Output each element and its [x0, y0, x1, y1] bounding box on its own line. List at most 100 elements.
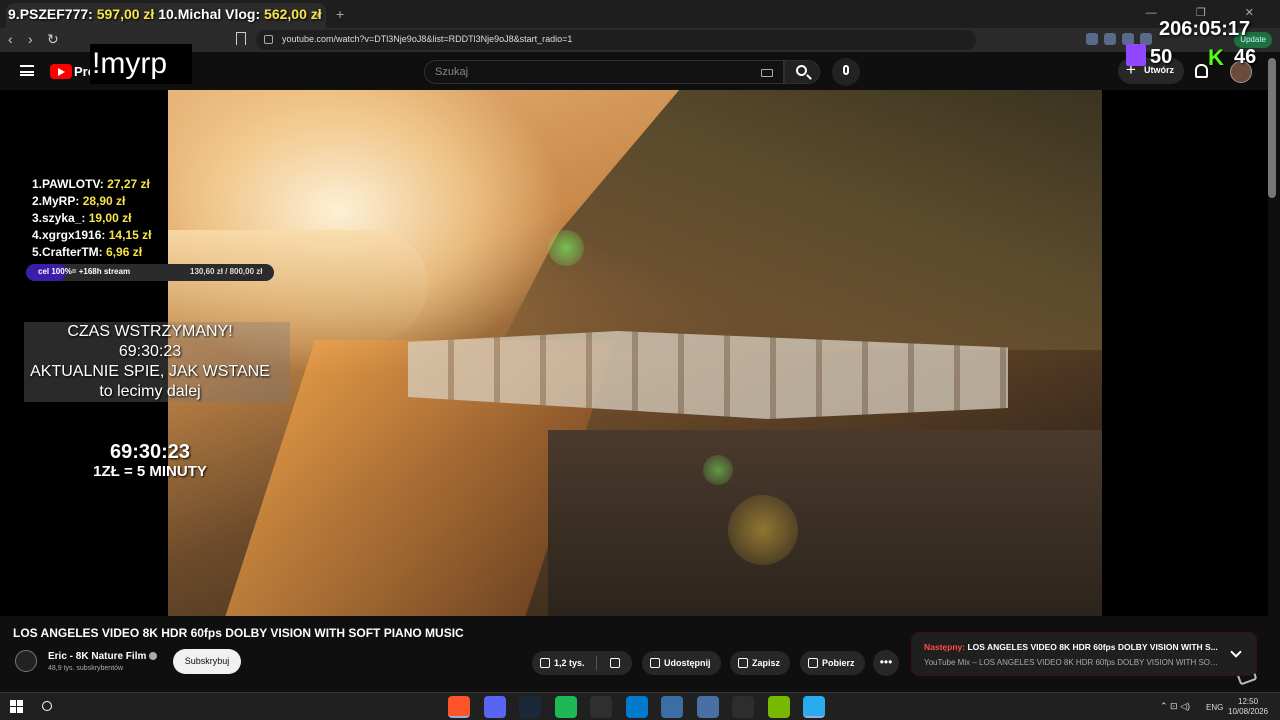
overlay-top-donors: 9.PSZEF777: 597,00 zł 10.Michal Vlog: 56… — [8, 6, 322, 22]
reload-icon[interactable]: ↻ — [47, 31, 59, 48]
page-scrollbar[interactable] — [1268, 58, 1276, 198]
like-dislike-group: 1,2 tys. — [532, 651, 632, 675]
paused-line: CZAS WSTRZYMANY! — [67, 323, 233, 340]
leaderboard-row: 4.xgrgx1916: 14,15 zł — [32, 227, 151, 244]
share-icon — [650, 657, 660, 668]
paused-line: to lecimy dalej — [99, 383, 201, 400]
taskbar-app-spotify-icon[interactable] — [554, 696, 577, 718]
bookmark-icon[interactable] — [236, 32, 246, 45]
windows-taskbar: ⌃ ⊡ ◁) ENG 12:50 10/08/2026 — [0, 692, 1280, 720]
leaderboard-row: 3.szyka_: 19,00 zł — [32, 210, 151, 227]
taskbar-search-icon[interactable] — [42, 701, 52, 711]
next-video-subtitle: YouTube Mix – LOS ANGELES VIDEO 8K HDR 6… — [924, 658, 1220, 667]
leaderboard-row: 5.CrafterTM: 6,96 zł — [32, 244, 151, 261]
leaderboard-name: 4.xgrgx1916: — [32, 228, 106, 242]
taskbar-app-vscode-icon[interactable] — [625, 696, 648, 718]
taskbar-app-steam-icon[interactable] — [519, 696, 541, 718]
video-title: LOS ANGELES VIDEO 8K HDR 60fps DOLBY VIS… — [13, 626, 464, 640]
taskbar-app-terminal-icon[interactable] — [732, 696, 754, 718]
clock-date: 10/08/2026 — [1228, 707, 1269, 716]
video-scene-hill — [498, 90, 1102, 350]
site-info-icon[interactable] — [264, 35, 273, 44]
leaderboard-name: 3.szyka_: — [32, 211, 86, 225]
extension-icon[interactable] — [1104, 33, 1116, 45]
forward-icon[interactable]: › — [28, 31, 33, 47]
clock-time: 12:50 — [1238, 697, 1259, 706]
lens-flare — [548, 230, 584, 266]
mic-icon — [843, 65, 849, 75]
taskbar-app-telegram-icon[interactable] — [803, 696, 825, 718]
taskbar-app-obs-icon[interactable] — [590, 696, 612, 718]
system-tray-icons[interactable]: ⌃ ⊡ ◁) — [1160, 701, 1190, 712]
dislike-icon[interactable] — [610, 658, 620, 668]
chevron-down-icon[interactable] — [1230, 646, 1242, 658]
leaderboard-row: 1.PAWLOTV: 27,27 zł — [32, 176, 151, 193]
leaderboard-name: 1.PAWLOTV: — [32, 177, 104, 191]
leaderboard-name: 5.CrafterTM: — [32, 245, 103, 259]
search-placeholder: Szukaj — [435, 66, 469, 78]
video-frame[interactable] — [168, 90, 1102, 616]
taskbar-app-app-7-icon[interactable] — [661, 696, 683, 718]
paused-line: AKTUALNIE SPIE, JAK WSTANE — [30, 363, 270, 380]
save-button[interactable]: Zapisz — [730, 651, 791, 675]
divider — [596, 656, 597, 670]
address-bar[interactable]: youtube.com/watch?v=DTl3Nje9oJ8&list=RDD… — [256, 30, 976, 50]
like-icon[interactable] — [540, 657, 550, 668]
overlay-rate: 1ZŁ = 5 MINUTY — [93, 463, 207, 480]
taskbar-clock[interactable]: 12:50 10/08/2026 — [1228, 697, 1268, 717]
save-icon — [738, 657, 748, 668]
download-label: Pobierz — [822, 658, 855, 668]
leaderboard-amount: 14,15 zł — [108, 228, 152, 242]
leaderboard-amount: 28,90 zł — [82, 194, 126, 208]
lens-flare — [728, 495, 798, 565]
channel-name[interactable]: Eric - 8K Nature Film — [48, 651, 158, 662]
download-button[interactable]: Pobierz — [800, 651, 865, 675]
taskbar-app-discord-icon[interactable] — [483, 696, 506, 718]
donor-rank: 10. — [158, 6, 178, 22]
menu-icon[interactable] — [20, 65, 34, 76]
kick-icon: K — [1208, 45, 1224, 70]
overlay-command-label: !myrp — [90, 44, 192, 84]
subscribe-button[interactable]: Subskrybuj — [173, 649, 241, 674]
goal-amounts: 130,60 zł / 800,00 zł — [190, 267, 263, 276]
donor-amount: 562,00 zł — [264, 6, 322, 22]
search-input[interactable]: Szukaj — [424, 60, 784, 84]
back-icon[interactable]: ‹ — [8, 31, 13, 47]
overlay-paused-message: CZAS WSTRZYMANY! 69:30:23 AKTUALNIE SPIE… — [10, 322, 290, 402]
keyboard-icon[interactable] — [761, 69, 773, 77]
overlay-stream-timer: 206:05:17 — [1159, 18, 1251, 40]
subscriber-count: 48,9 tys. subskrybentów — [48, 665, 124, 672]
donor-name: PSZEF777: — [19, 6, 93, 22]
taskbar-app-brave-icon[interactable] — [448, 696, 470, 718]
donor-rank: 9. — [8, 6, 20, 22]
more-actions-button[interactable]: ••• — [873, 650, 899, 676]
paused-line: 69:30:23 — [118, 343, 182, 360]
taskbar-app-nvidia-icon[interactable] — [767, 696, 790, 718]
language-indicator[interactable]: ENG — [1206, 703, 1223, 712]
extension-icon[interactable] — [1086, 33, 1098, 45]
channel-avatar[interactable] — [15, 650, 37, 672]
share-button[interactable]: Udostępnij — [642, 651, 721, 675]
youtube-logo-icon[interactable] — [50, 64, 72, 79]
leaderboard-amount: 6,96 zł — [106, 245, 143, 259]
next-video-title[interactable]: Następny: LOS ANGELES VIDEO 8K HDR 60fps… — [924, 642, 1220, 652]
like-count[interactable]: 1,2 tys. — [554, 658, 585, 668]
taskbar-app-app-8-icon[interactable] — [696, 696, 719, 718]
share-label: Udostępnij — [664, 658, 711, 668]
download-icon — [808, 657, 818, 668]
lens-flare — [703, 455, 733, 485]
next-video-card[interactable]: Następny: LOS ANGELES VIDEO 8K HDR 60fps… — [911, 632, 1257, 676]
browser-toolbar: ‹ › ↻ youtube.com/watch?v=DTl3Nje9oJ8&li… — [0, 28, 1280, 52]
twitch-viewer-count: 50 — [1150, 46, 1173, 68]
url-text: youtube.com/watch?v=DTl3Nje9oJ8&list=RDD… — [282, 34, 573, 44]
search-button[interactable] — [784, 60, 820, 84]
goal-label: cel 100%= +168h stream — [38, 267, 131, 276]
notifications-bell-icon[interactable] — [1195, 64, 1208, 78]
new-tab-icon[interactable]: + — [336, 6, 344, 22]
voice-search-button[interactable] — [832, 58, 860, 86]
channel-name-text[interactable]: Eric - 8K Nature Film — [48, 651, 146, 662]
twitch-icon — [1126, 44, 1146, 66]
windows-start-icon[interactable] — [10, 700, 23, 713]
leaderboard-row: 2.MyRP: 28,90 zł — [32, 193, 151, 210]
overlay-leaderboard: 1.PAWLOTV: 27,27 zł 2.MyRP: 28,90 zł 3.s… — [32, 176, 151, 261]
